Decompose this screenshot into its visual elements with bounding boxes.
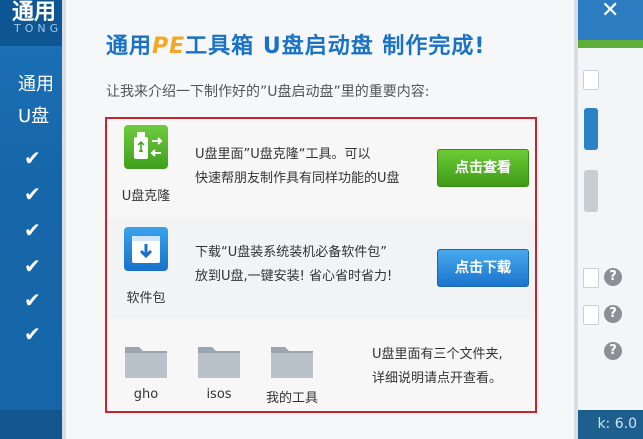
bg-green-bar [578, 40, 643, 48]
bg-text-line-2: U盘 [18, 106, 50, 127]
software-icon-label: 软件包 [126, 291, 166, 306]
content-panel: U盘克隆 U盘里面”U盘克隆“工具。可以 快速帮朋友制作具有同样功能的U盘 点击… [105, 117, 537, 413]
usb-clone-icon[interactable] [124, 125, 168, 169]
bg-side-tab[interactable] [584, 170, 598, 212]
folders-note-line-1: U盘里面有三个文件夹, [372, 347, 503, 362]
help-icon[interactable]: ? [604, 305, 622, 323]
section-clone: U盘克隆 U盘里面”U盘克隆“工具。可以 快速帮朋友制作具有同样功能的U盘 点击… [107, 119, 535, 220]
bg-right-panel [578, 0, 643, 439]
version-label: k: 6.0 [578, 410, 643, 439]
bg-header: 通用 TONG [0, 0, 62, 46]
download-box-icon[interactable] [124, 227, 168, 271]
check-icon: ✔ [24, 322, 41, 346]
bg-checkbox[interactable] [583, 305, 599, 325]
help-icon[interactable]: ? [604, 268, 622, 286]
title-pe: PE [152, 34, 186, 59]
dialog-title: 通用PE工具箱 U盘启动盘 制作完成! [106, 28, 485, 60]
bg-app-subtitle: TONG [14, 22, 62, 35]
software-desc-line-1: 下载“U盘装系统装机必备软件包” [195, 245, 387, 260]
check-icon: ✔ [24, 254, 41, 278]
bg-checkbox[interactable] [583, 268, 599, 288]
bg-input-box[interactable] [583, 70, 599, 90]
title-suffix: 工具箱 U盘启动盘 制作完成! [185, 34, 486, 59]
clone-desc-line-2: 快速帮朋友制作具有同样功能的U盘 [195, 171, 400, 186]
bg-side-tab[interactable] [584, 108, 598, 150]
folder-icon[interactable] [124, 341, 168, 379]
folder-label-gho: gho [133, 387, 159, 402]
clone-desc-line-1: U盘里面”U盘克隆“工具。可以 [195, 147, 371, 162]
check-icon: ✔ [24, 218, 41, 242]
help-icon[interactable]: ? [604, 342, 622, 360]
intro-text: 让我来介绍一下制作好的”U盘启动盘”里的重要内容: [106, 84, 430, 100]
bg-text-line-1: 通用 [18, 74, 54, 95]
software-desc-line-2: 放到U盘,一键安装! 省心省时省力! [195, 269, 393, 284]
view-button[interactable]: 点击查看 [437, 149, 529, 187]
folder-icon[interactable] [270, 341, 314, 379]
close-icon[interactable]: ✕ [601, 0, 619, 23]
section-folders: gho isos 我的工具 U盘里面有三个文件夹, 详细说明请点开查看。 [107, 319, 535, 411]
title-prefix: 通用 [106, 34, 153, 59]
folder-label-isos: isos [206, 387, 232, 402]
check-icon: ✔ [24, 146, 41, 170]
check-icon: ✔ [24, 288, 41, 312]
folder-label-tools: 我的工具 [265, 391, 318, 406]
completion-dialog: 通用PE工具箱 U盘启动盘 制作完成! 让我来介绍一下制作好的”U盘启动盘”里的… [62, 0, 578, 439]
download-button[interactable]: 点击下载 [437, 249, 529, 287]
clone-icon-label: U盘克隆 [121, 189, 171, 204]
folders-note: U盘里面有三个文件夹, 详细说明请点开查看。 [372, 343, 503, 391]
folder-icon[interactable] [197, 341, 241, 379]
folders-note-line-2: 详细说明请点开查看。 [372, 371, 503, 386]
check-icon: ✔ [24, 182, 41, 206]
bg-footer-left [0, 410, 62, 439]
section-software: 软件包 下载“U盘装系统装机必备软件包” 放到U盘,一键安装! 省心省时省力! … [107, 219, 535, 320]
